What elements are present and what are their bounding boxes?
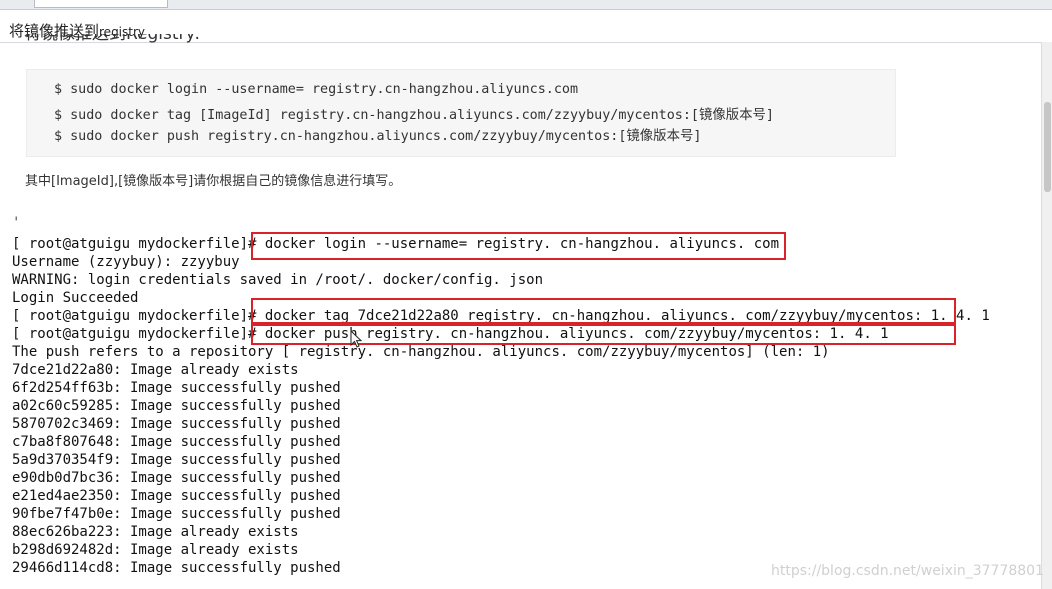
terminal-layer-line: b298d692482d: Image already exists — [12, 542, 299, 558]
code-line-tag: $ sudo docker tag [ImageId] registry.cn-… — [54, 108, 774, 123]
terminal-layer-line: 6f2d254ff63b: Image successfully pushed — [12, 380, 341, 396]
terminal-line-warning: WARNING: login credentials saved in /roo… — [12, 272, 544, 288]
code-block: $ sudo docker login --username= registry… — [26, 69, 896, 157]
terminal-layer-line: 5870702c3469: Image successfully pushed — [12, 416, 341, 432]
watermark: https://blog.csdn.net/weixin_37778801 — [770, 563, 1044, 579]
code-line-login: $ sudo docker login --username= registry… — [54, 82, 579, 97]
browser-top-strip — [0, 0, 1052, 10]
terminal-prompt: [ root@atguigu mydockerfile]# — [12, 308, 265, 324]
terminal-line-login-ok: Login Succeeded — [12, 290, 139, 306]
vertical-scrollbar[interactable] — [1041, 42, 1052, 589]
terminal-line-push-refers: The push refers to a repository [ regist… — [12, 344, 830, 360]
highlight-box-login — [251, 232, 786, 260]
terminal-layer-line: 88ec626ba223: Image already exists — [12, 524, 299, 540]
section-heading-text: 将镜像推送到Registry: — [24, 34, 201, 44]
browser-tab[interactable] — [34, 0, 168, 8]
terminal-prompt: [ root@atguigu mydockerfile]# — [12, 236, 265, 252]
terminal-layer-line: 29466d114cd8: Image successfully pushed — [12, 560, 341, 576]
section-heading-cut: 将镜像推送到Registry: — [24, 34, 200, 46]
terminal-screenshot: ' [ root@atguigu mydockerfile]# docker l… — [0, 215, 1040, 589]
terminal-layer-line: e21ed4ae2350: Image successfully pushed — [12, 488, 341, 504]
terminal-layer-line: c7ba8f807648: Image successfully pushed — [12, 434, 341, 450]
scrollbar-thumb[interactable] — [1044, 102, 1051, 192]
terminal-tick: ' — [12, 215, 21, 231]
terminal-prompt: [ root@atguigu mydockerfile]# — [12, 326, 265, 342]
mouse-cursor-icon — [350, 330, 362, 348]
instruction-note: 其中[ImageId],[镜像版本号]请你根据自己的镜像信息进行填写。 — [25, 174, 402, 189]
terminal-line-username: Username (zzyybuy): zzyybuy — [12, 254, 240, 270]
terminal-layer-line: 90fbe7f47b0e: Image successfully pushed — [12, 506, 341, 522]
terminal-layer-line: 7dce21d22a80: Image already exists — [12, 362, 299, 378]
terminal-layer-line: a02c60c59285: Image successfully pushed — [12, 398, 341, 414]
code-line-push: $ sudo docker push registry.cn-hangzhou.… — [54, 129, 702, 144]
terminal-layer-line: e90db0d7bc36: Image successfully pushed — [12, 470, 341, 486]
terminal-layer-line: 5a9d370354f9: Image successfully pushed — [12, 452, 341, 468]
